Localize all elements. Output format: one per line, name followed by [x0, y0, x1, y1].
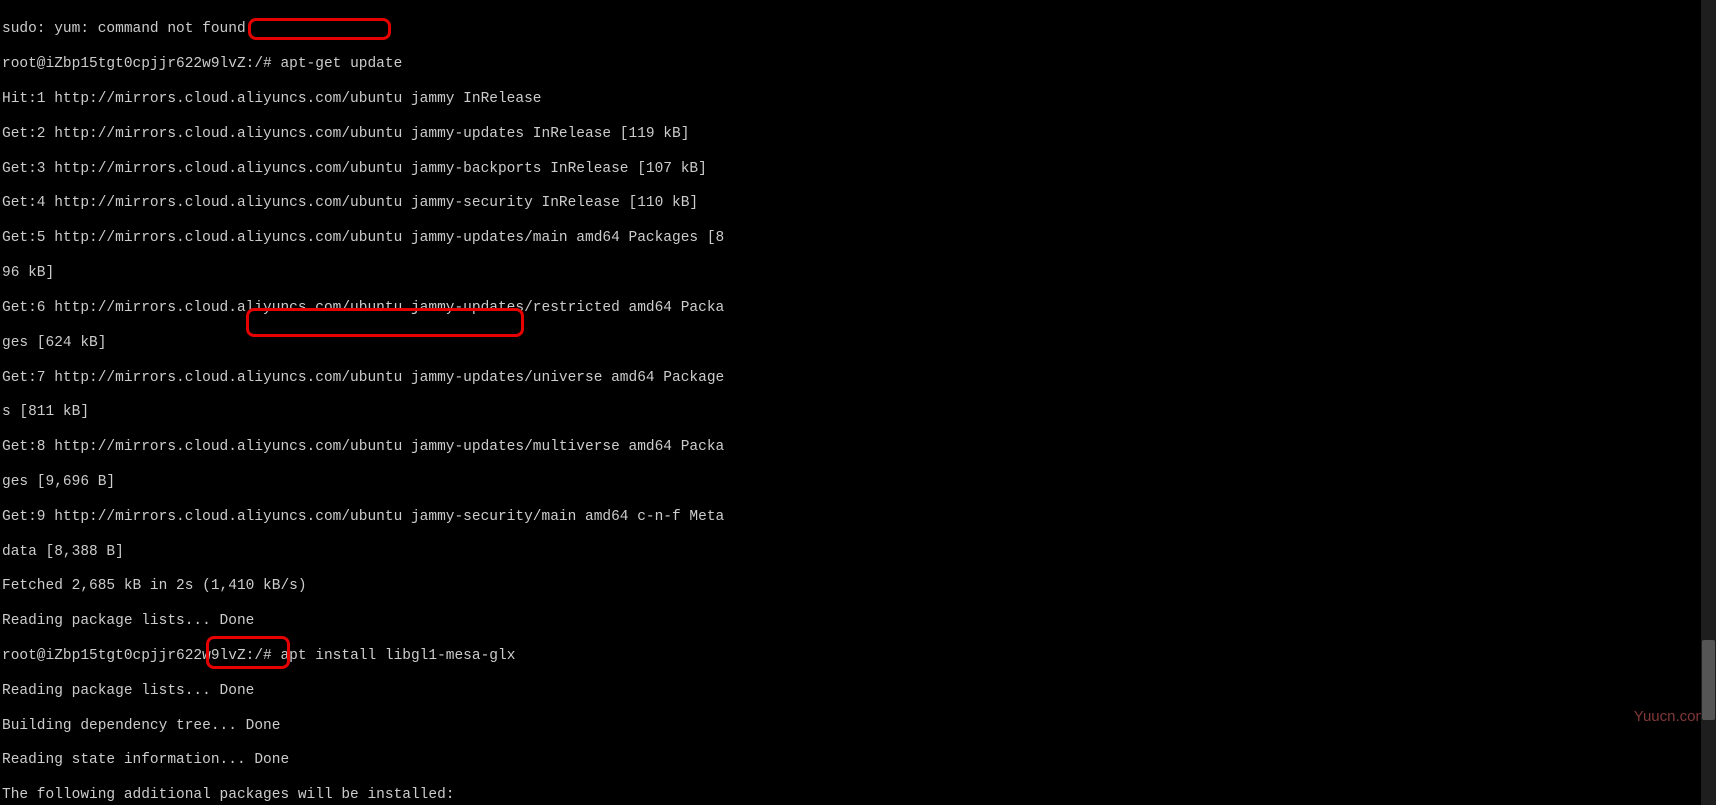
output-line: sudo: yum: command not found	[2, 21, 1714, 38]
prompt-line-1: root@iZbp15tgt0cpjjr622w9lvZ:/# apt-get …	[2, 56, 1714, 73]
output-line: Reading state information... Done	[2, 752, 1714, 769]
output-line: Fetched 2,685 kB in 2s (1,410 kB/s)	[2, 578, 1714, 595]
output-line: Get:4 http://mirrors.cloud.aliyuncs.com/…	[2, 195, 1714, 212]
output-line: ges [624 kB]	[2, 335, 1714, 352]
output-line: The following additional packages will b…	[2, 787, 1714, 804]
terminal-output[interactable]: sudo: yum: command not found root@iZbp15…	[0, 0, 1716, 805]
output-line: s [811 kB]	[2, 404, 1714, 421]
output-line: data [8,388 B]	[2, 544, 1714, 561]
output-line: Reading package lists... Done	[2, 683, 1714, 700]
prompt-hash: #	[263, 56, 280, 72]
output-line: Get:5 http://mirrors.cloud.aliyuncs.com/…	[2, 230, 1714, 247]
output-line: Get:8 http://mirrors.cloud.aliyuncs.com/…	[2, 439, 1714, 456]
scrollbar-thumb[interactable]	[1702, 640, 1715, 720]
output-line: Get:7 http://mirrors.cloud.aliyuncs.com/…	[2, 370, 1714, 387]
prompt-line-2: root@iZbp15tgt0cpjjr622w9lvZ:/# apt inst…	[2, 648, 1714, 665]
output-line: Building dependency tree... Done	[2, 718, 1714, 735]
output-line: Get:3 http://mirrors.cloud.aliyuncs.com/…	[2, 161, 1714, 178]
output-line: Hit:1 http://mirrors.cloud.aliyuncs.com/…	[2, 91, 1714, 108]
watermark-text: Yuucn.com	[1634, 708, 1708, 725]
prompt-prefix: root@iZbp15tgt0cpjjr622w9lvZ:/	[2, 56, 263, 72]
output-line: Get:2 http://mirrors.cloud.aliyuncs.com/…	[2, 126, 1714, 143]
output-line: Get:6 http://mirrors.cloud.aliyuncs.com/…	[2, 300, 1714, 317]
prompt-hash: #	[263, 648, 280, 664]
output-line: ges [9,696 B]	[2, 474, 1714, 491]
prompt-prefix: root@iZbp15tgt0cpjjr622w9lvZ:/	[2, 648, 263, 664]
scrollbar-vertical[interactable]	[1701, 0, 1716, 805]
output-line: Get:9 http://mirrors.cloud.aliyuncs.com/…	[2, 509, 1714, 526]
output-line: 96 kB]	[2, 265, 1714, 282]
command-input-2[interactable]: apt install libgl1-mesa-glx	[280, 648, 515, 664]
command-input-1[interactable]: apt-get update	[280, 56, 402, 72]
output-line: Reading package lists... Done	[2, 613, 1714, 630]
